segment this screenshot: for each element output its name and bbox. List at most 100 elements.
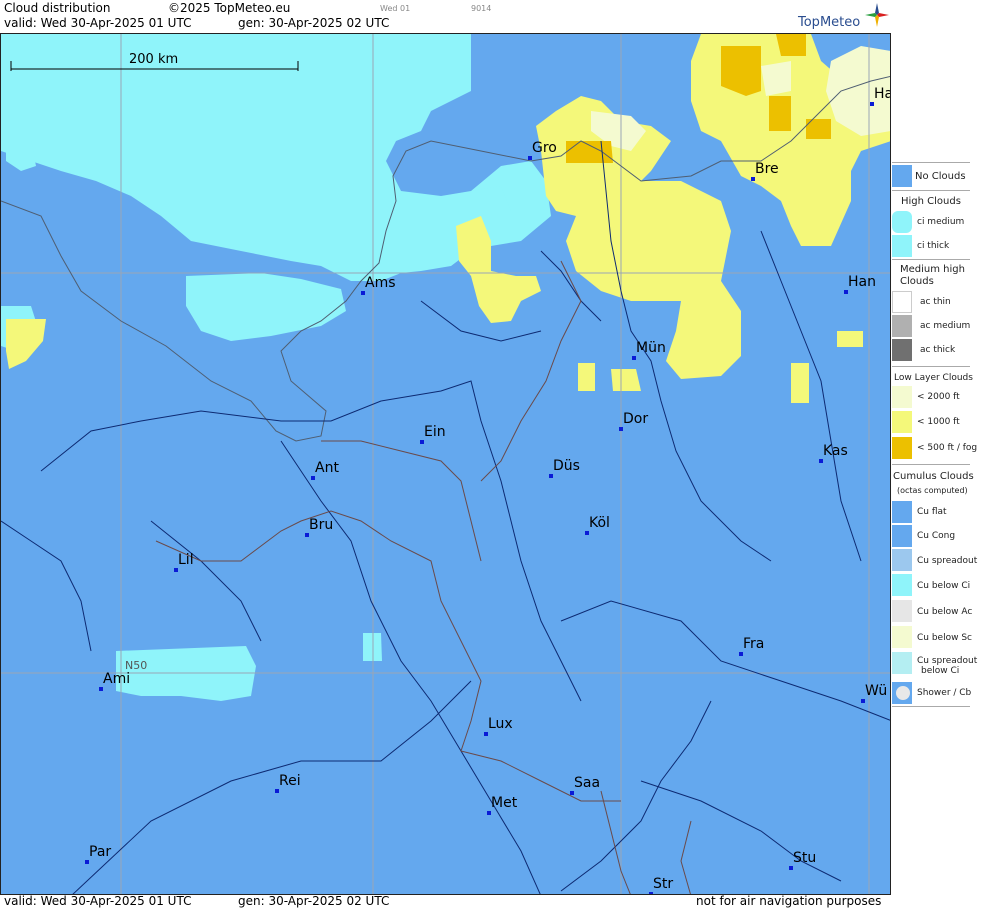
city-label: Köl: [589, 515, 610, 531]
city-label: Stu: [793, 850, 817, 866]
legend-cu-spreadout: Cu spreadout: [917, 556, 978, 566]
city-label: Mün: [636, 340, 666, 356]
city-label: Ant: [315, 460, 339, 476]
city-marker: [305, 533, 309, 537]
city-label: Par: [89, 844, 112, 860]
swatch-low-2000: [892, 386, 912, 408]
swatch-cu-below-sc: [892, 626, 912, 648]
city-label: Han: [848, 274, 876, 290]
legend-ci-medium: ci medium: [917, 217, 965, 227]
city-marker: [789, 866, 793, 870]
map-title: Cloud distribution: [4, 1, 111, 15]
city-marker: [275, 789, 279, 793]
city-marker: [844, 290, 848, 294]
city-label: Kas: [823, 443, 848, 459]
city-label: Ein: [424, 424, 446, 440]
swatch-cu-spreadout-below-ci: [892, 652, 912, 674]
city-label: Düs: [553, 458, 580, 474]
city-marker: [487, 811, 491, 815]
city-marker: [570, 791, 574, 795]
city-marker: [85, 860, 89, 864]
city-label: Met: [491, 795, 518, 811]
city-label: Rei: [279, 773, 301, 789]
scale-label: 200 km: [129, 52, 179, 67]
legend-cu-below-ac: Cu below Ac: [917, 607, 973, 617]
city-marker: [549, 474, 553, 478]
compass-logo-icon: [865, 3, 889, 27]
city-label: Ha: [874, 86, 890, 102]
valid-time: valid: Wed 30-Apr-2025 01 UTC: [4, 16, 192, 30]
city-marker: [585, 531, 589, 535]
legend-cu-title: Cumulus Clouds: [893, 471, 974, 482]
shower-icon: [896, 686, 910, 700]
swatch-cu-flat: [892, 501, 912, 523]
city-label: Ams: [365, 275, 396, 291]
borders: [155, 260, 692, 894]
legend-ac-thin: ac thin: [920, 297, 951, 307]
city-marker: [99, 687, 103, 691]
ci-thick-areas: [1, 34, 551, 701]
footer-disclaimer: not for air navigation purposes: [696, 894, 882, 908]
footer-bar: valid: Wed 30-Apr-2025 01 UTC gen: 30-Ap…: [0, 894, 891, 909]
legend-ac-medium: ac medium: [920, 321, 971, 331]
city-marker: [528, 156, 532, 160]
swatch-ac-thin: [892, 291, 912, 313]
city-label: Lux: [488, 716, 513, 732]
swatch-ac-medium: [892, 315, 912, 337]
city-marker: [484, 732, 488, 736]
tiny-code: 9014: [471, 4, 492, 13]
city-marker: [632, 356, 636, 360]
city-label: Str: [653, 876, 674, 892]
city-marker: [361, 291, 365, 295]
legend-panel: No Clouds High Clouds ci medium ci thick…: [891, 0, 983, 909]
legend-cu-flat: Cu flat: [917, 507, 947, 517]
city-marker: [751, 177, 755, 181]
legend-ci-thick: ci thick: [917, 241, 950, 251]
city-marker: [311, 476, 315, 480]
legend-low-500: < 500 ft / fog: [917, 443, 978, 453]
legend-shower: Shower / Cb: [917, 688, 972, 698]
swatch-low-500: [892, 437, 912, 459]
header-bar: Cloud distribution ©2025 TopMeteo.eu Wed…: [0, 0, 891, 33]
legend-cu-spreadout-below-ci-1: Cu spreadout: [917, 656, 978, 666]
city-label: Saa: [574, 775, 601, 791]
city-marker: [861, 699, 865, 703]
generated-time: gen: 30-Apr-2025 02 UTC: [238, 16, 390, 30]
footer-valid: valid: Wed 30-Apr-2025 01 UTC: [4, 894, 192, 908]
city-label: Gro: [532, 140, 557, 156]
swatch-low-1000: [892, 411, 912, 433]
swatch-ac-thick: [892, 339, 912, 361]
legend-cu-subtitle: (octas computed): [897, 486, 968, 495]
swatch-cu-spreadout: [892, 549, 912, 571]
footer-generated: gen: 30-Apr-2025 02 UTC: [238, 894, 390, 908]
city-label: Bre: [755, 161, 779, 177]
legend-cu-spreadout-below-ci-2: below Ci: [921, 666, 960, 676]
swatch-shower: [892, 682, 912, 704]
city-label: Fra: [743, 636, 765, 652]
city-label: Ami: [103, 671, 131, 687]
legend-cu-below-sc: Cu below Sc: [917, 633, 972, 643]
city-label: Wü: [865, 683, 888, 699]
legend-ac-thick: ac thick: [920, 345, 956, 355]
city-label: Lil: [178, 552, 194, 568]
legend-low-title: Low Layer Clouds: [894, 373, 973, 383]
city-marker: [870, 102, 874, 106]
city-label: Bru: [309, 517, 334, 533]
legend-cu-cong: Cu Cong: [917, 531, 956, 541]
city-marker: [739, 652, 743, 656]
legend-no-clouds: No Clouds: [915, 171, 966, 182]
logo-text: TopMeteo: [798, 15, 861, 30]
swatch-cu-below-ci: [892, 574, 912, 596]
legend-low-2000: < 2000 ft: [917, 392, 960, 402]
swatch-ci-thick: [892, 235, 912, 257]
cloud-map[interactable]: 200 km N50 GroBreHaAmsHanMünDorEinKasAnt…: [0, 33, 891, 895]
city-marker: [420, 440, 424, 444]
tiny-date: Wed 01: [380, 4, 411, 13]
swatch-cu-cong: [892, 525, 912, 547]
city-marker: [619, 427, 623, 431]
swatch-cu-below-ac: [892, 600, 912, 622]
legend-high-title: High Clouds: [901, 196, 961, 207]
copyright: ©2025 TopMeteo.eu: [168, 1, 291, 15]
city-label: Dor: [623, 411, 649, 427]
swatch-no-clouds: [892, 165, 912, 187]
